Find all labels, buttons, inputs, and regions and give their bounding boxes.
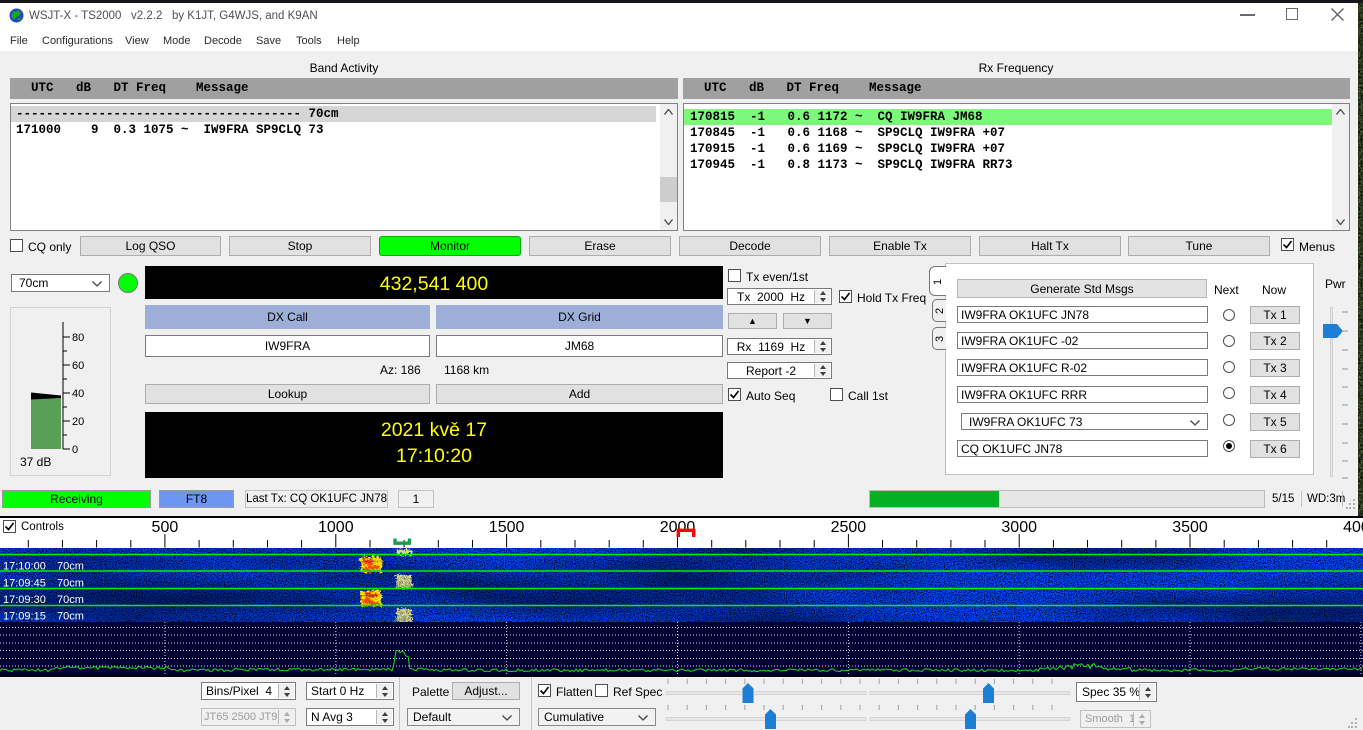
svg-text:17:09:30: 17:09:30 (3, 594, 46, 606)
svg-text:500: 500 (152, 519, 179, 536)
svg-text:70cm: 70cm (57, 578, 84, 590)
svg-text:1500: 1500 (489, 519, 525, 536)
svg-text:70cm: 70cm (57, 611, 84, 623)
svg-text:2500: 2500 (831, 519, 867, 536)
svg-text:20: 20 (72, 416, 84, 428)
svg-text:1000: 1000 (318, 519, 354, 536)
svg-text:80: 80 (72, 332, 84, 344)
svg-text:60: 60 (72, 360, 84, 372)
svg-text:3500: 3500 (1172, 519, 1208, 536)
svg-text:3000: 3000 (1001, 519, 1037, 536)
svg-text:70cm: 70cm (57, 561, 84, 573)
svg-text:17:09:45: 17:09:45 (3, 578, 46, 590)
svg-text:40: 40 (72, 388, 84, 400)
svg-text:17:10:00: 17:10:00 (3, 561, 46, 573)
svg-text:4000: 4000 (1343, 519, 1363, 536)
svg-text:70cm: 70cm (57, 594, 84, 606)
svg-text:0: 0 (72, 444, 78, 456)
svg-text:2: 2 (934, 308, 946, 314)
svg-text:17:09:15: 17:09:15 (3, 611, 46, 623)
svg-text:1: 1 (932, 279, 944, 285)
svg-text:3: 3 (934, 336, 946, 342)
